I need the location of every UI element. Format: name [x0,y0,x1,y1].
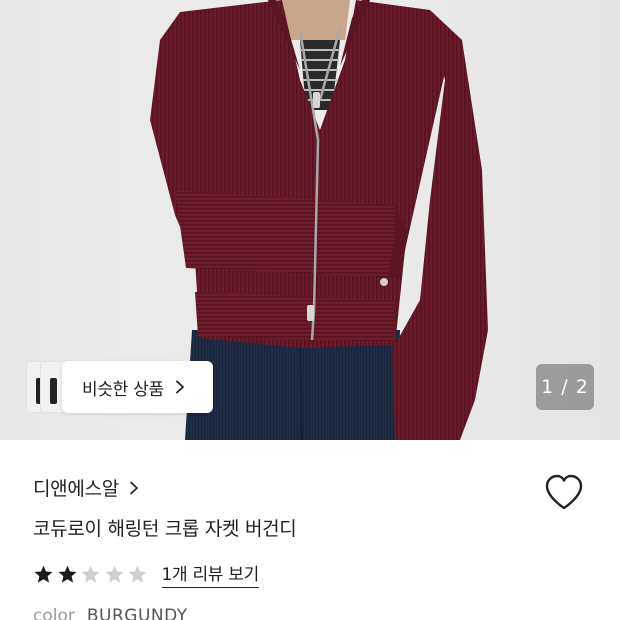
similar-products-label: 비슷한 상품 [82,379,164,400]
product-title: 코듀로이 해링턴 크롭 자켓 버건디 [33,518,297,540]
heart-outline-icon [545,474,583,510]
color-option: color BURGUNDY [33,606,188,620]
chevron-right-icon [175,380,184,394]
rating-row: 1개 리뷰 보기 [33,560,259,588]
star-empty-icon [104,565,124,583]
color-label: color [33,606,75,620]
star-empty-icon [81,565,100,583]
color-value: BURGUNDY [86,606,188,620]
product-image[interactable]: 비슷한 상품 1 / 2 [0,0,620,440]
star-rating [33,564,151,585]
brand-link[interactable]: 디앤에스알 [33,474,139,501]
star-filled-icon [34,565,53,583]
star-empty-icon [128,565,147,583]
wishlist-button[interactable] [543,472,585,514]
similar-products-button[interactable]: 비슷한 상품 [62,361,213,413]
star-filled-icon [57,565,77,583]
brand-name: 디앤에스알 [33,478,119,500]
chevron-right-icon [130,481,138,494]
image-page-indicator: 1 / 2 [536,364,594,410]
review-link[interactable]: 1개 리뷰 보기 [161,560,259,588]
